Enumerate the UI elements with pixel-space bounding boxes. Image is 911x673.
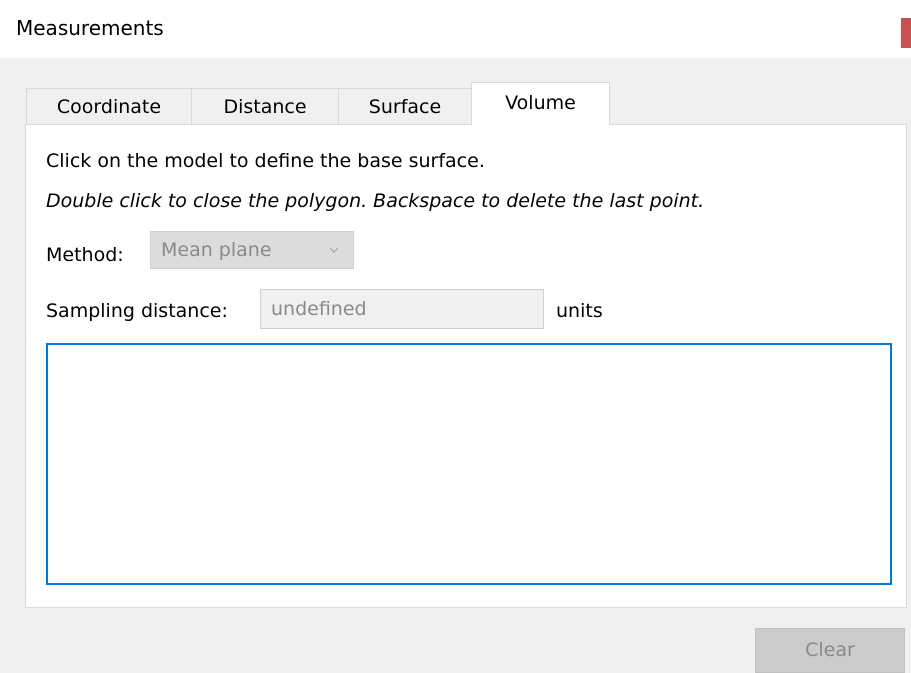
instruction-text: Click on the model to define the base su… [46,150,485,172]
method-select-value: Mean plane [161,239,272,261]
sampling-distance-input[interactable]: undefined [260,289,544,329]
hint-text: Double click to close the polygon. Backs… [46,190,705,212]
tab-coordinate[interactable]: Coordinate [26,88,192,124]
tab-surface[interactable]: Surface [338,88,472,124]
method-select[interactable]: Mean plane [150,231,354,269]
sampling-distance-label: Sampling distance: [46,300,228,322]
title-bar[interactable]: Measurements [0,0,911,58]
chevron-down-icon [329,247,339,253]
clear-button[interactable]: Clear [755,628,905,673]
window-title: Measurements [16,16,164,40]
volume-panel: Click on the model to define the base su… [25,124,907,608]
measurements-window: Measurements Coordinate Distance Surface… [0,0,911,673]
tab-distance[interactable]: Distance [191,88,339,124]
close-icon[interactable] [901,18,911,48]
units-label: units [556,300,603,322]
method-label: Method: [46,244,124,266]
results-text-area[interactable] [46,343,892,585]
tab-volume[interactable]: Volume [471,82,610,125]
